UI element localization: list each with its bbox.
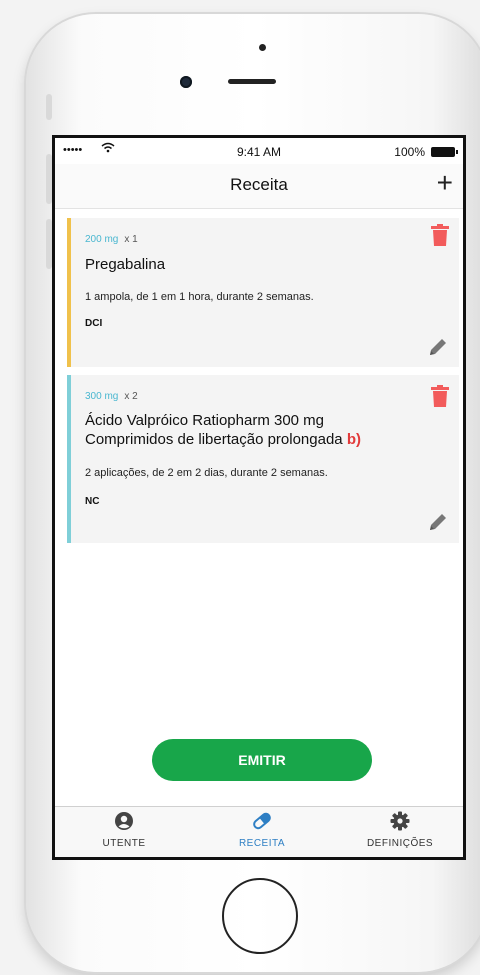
gear-icon — [390, 811, 410, 835]
dose-info: 200 mg x 1 — [85, 234, 138, 245]
dose-amount: 200 mg — [85, 234, 119, 245]
tab-definicoes[interactable]: DEFINIÇÕES — [331, 811, 463, 849]
pill-icon — [251, 812, 273, 835]
medication-name: Ácido Valpróico Ratiopharm 300 mg Compri… — [85, 411, 361, 449]
proximity-sensor — [259, 44, 266, 51]
app-screen: ••••• 9:41 AM 100% Receita + 200 mg x 1 P… — [52, 135, 466, 860]
prescription-code: DCI — [85, 318, 103, 329]
prescription-code: NC — [85, 496, 100, 507]
emit-button[interactable]: EMITIR — [152, 739, 372, 781]
dose-info: 300 mg x 2 — [85, 391, 138, 402]
prescription-card[interactable]: 200 mg x 1 Pregabalina 1 ampola, de 1 em … — [67, 218, 459, 367]
medication-flag: b) — [346, 431, 361, 448]
user-icon — [114, 812, 134, 835]
dose-quantity: x 2 — [124, 391, 138, 402]
add-prescription-button[interactable]: + — [437, 168, 453, 198]
mute-switch — [46, 94, 52, 120]
tab-utente[interactable]: UTENTE — [55, 811, 193, 849]
edit-pencil-icon[interactable] — [427, 511, 449, 538]
tab-bar: UTENTE RECEITA DEFINIÇÕES — [55, 806, 463, 857]
tab-label: RECEITA — [238, 838, 286, 849]
status-bar: ••••• 9:41 AM 100% — [55, 138, 463, 164]
earpiece-speaker — [228, 79, 276, 84]
dose-quantity: x 1 — [124, 234, 138, 245]
medication-name: Pregabalina — [85, 255, 165, 274]
edit-pencil-icon[interactable] — [427, 336, 449, 363]
tab-label: DEFINIÇÕES — [366, 838, 434, 849]
dosage-instructions: 2 aplicações, de 2 em 2 dias, durante 2 … — [85, 467, 328, 479]
page-title: Receita — [230, 175, 288, 194]
trash-icon[interactable] — [431, 224, 449, 251]
dose-amount: 300 mg — [85, 391, 119, 402]
dosage-instructions: 1 ampola, de 1 em 1 hora, durante 2 sema… — [85, 291, 314, 303]
trash-icon[interactable] — [431, 385, 449, 412]
battery-icon — [431, 147, 458, 157]
tab-label: UTENTE — [102, 838, 146, 849]
prescription-card[interactable]: 300 mg x 2 Ácido Valpróico Ratiopharm 300… — [67, 375, 459, 543]
medication-name-line: Comprimidos de libertação prolongada — [85, 431, 343, 448]
tab-receita[interactable]: RECEITA — [193, 811, 331, 849]
medication-name-line: Ácido Valpróico Ratiopharm 300 mg — [85, 412, 325, 429]
front-camera — [180, 76, 192, 88]
navigation-bar: Receita + — [55, 164, 463, 209]
medication-name-line: Pregabalina — [85, 256, 166, 273]
home-button[interactable] — [222, 878, 298, 954]
battery-percentage: 100% — [394, 145, 425, 159]
